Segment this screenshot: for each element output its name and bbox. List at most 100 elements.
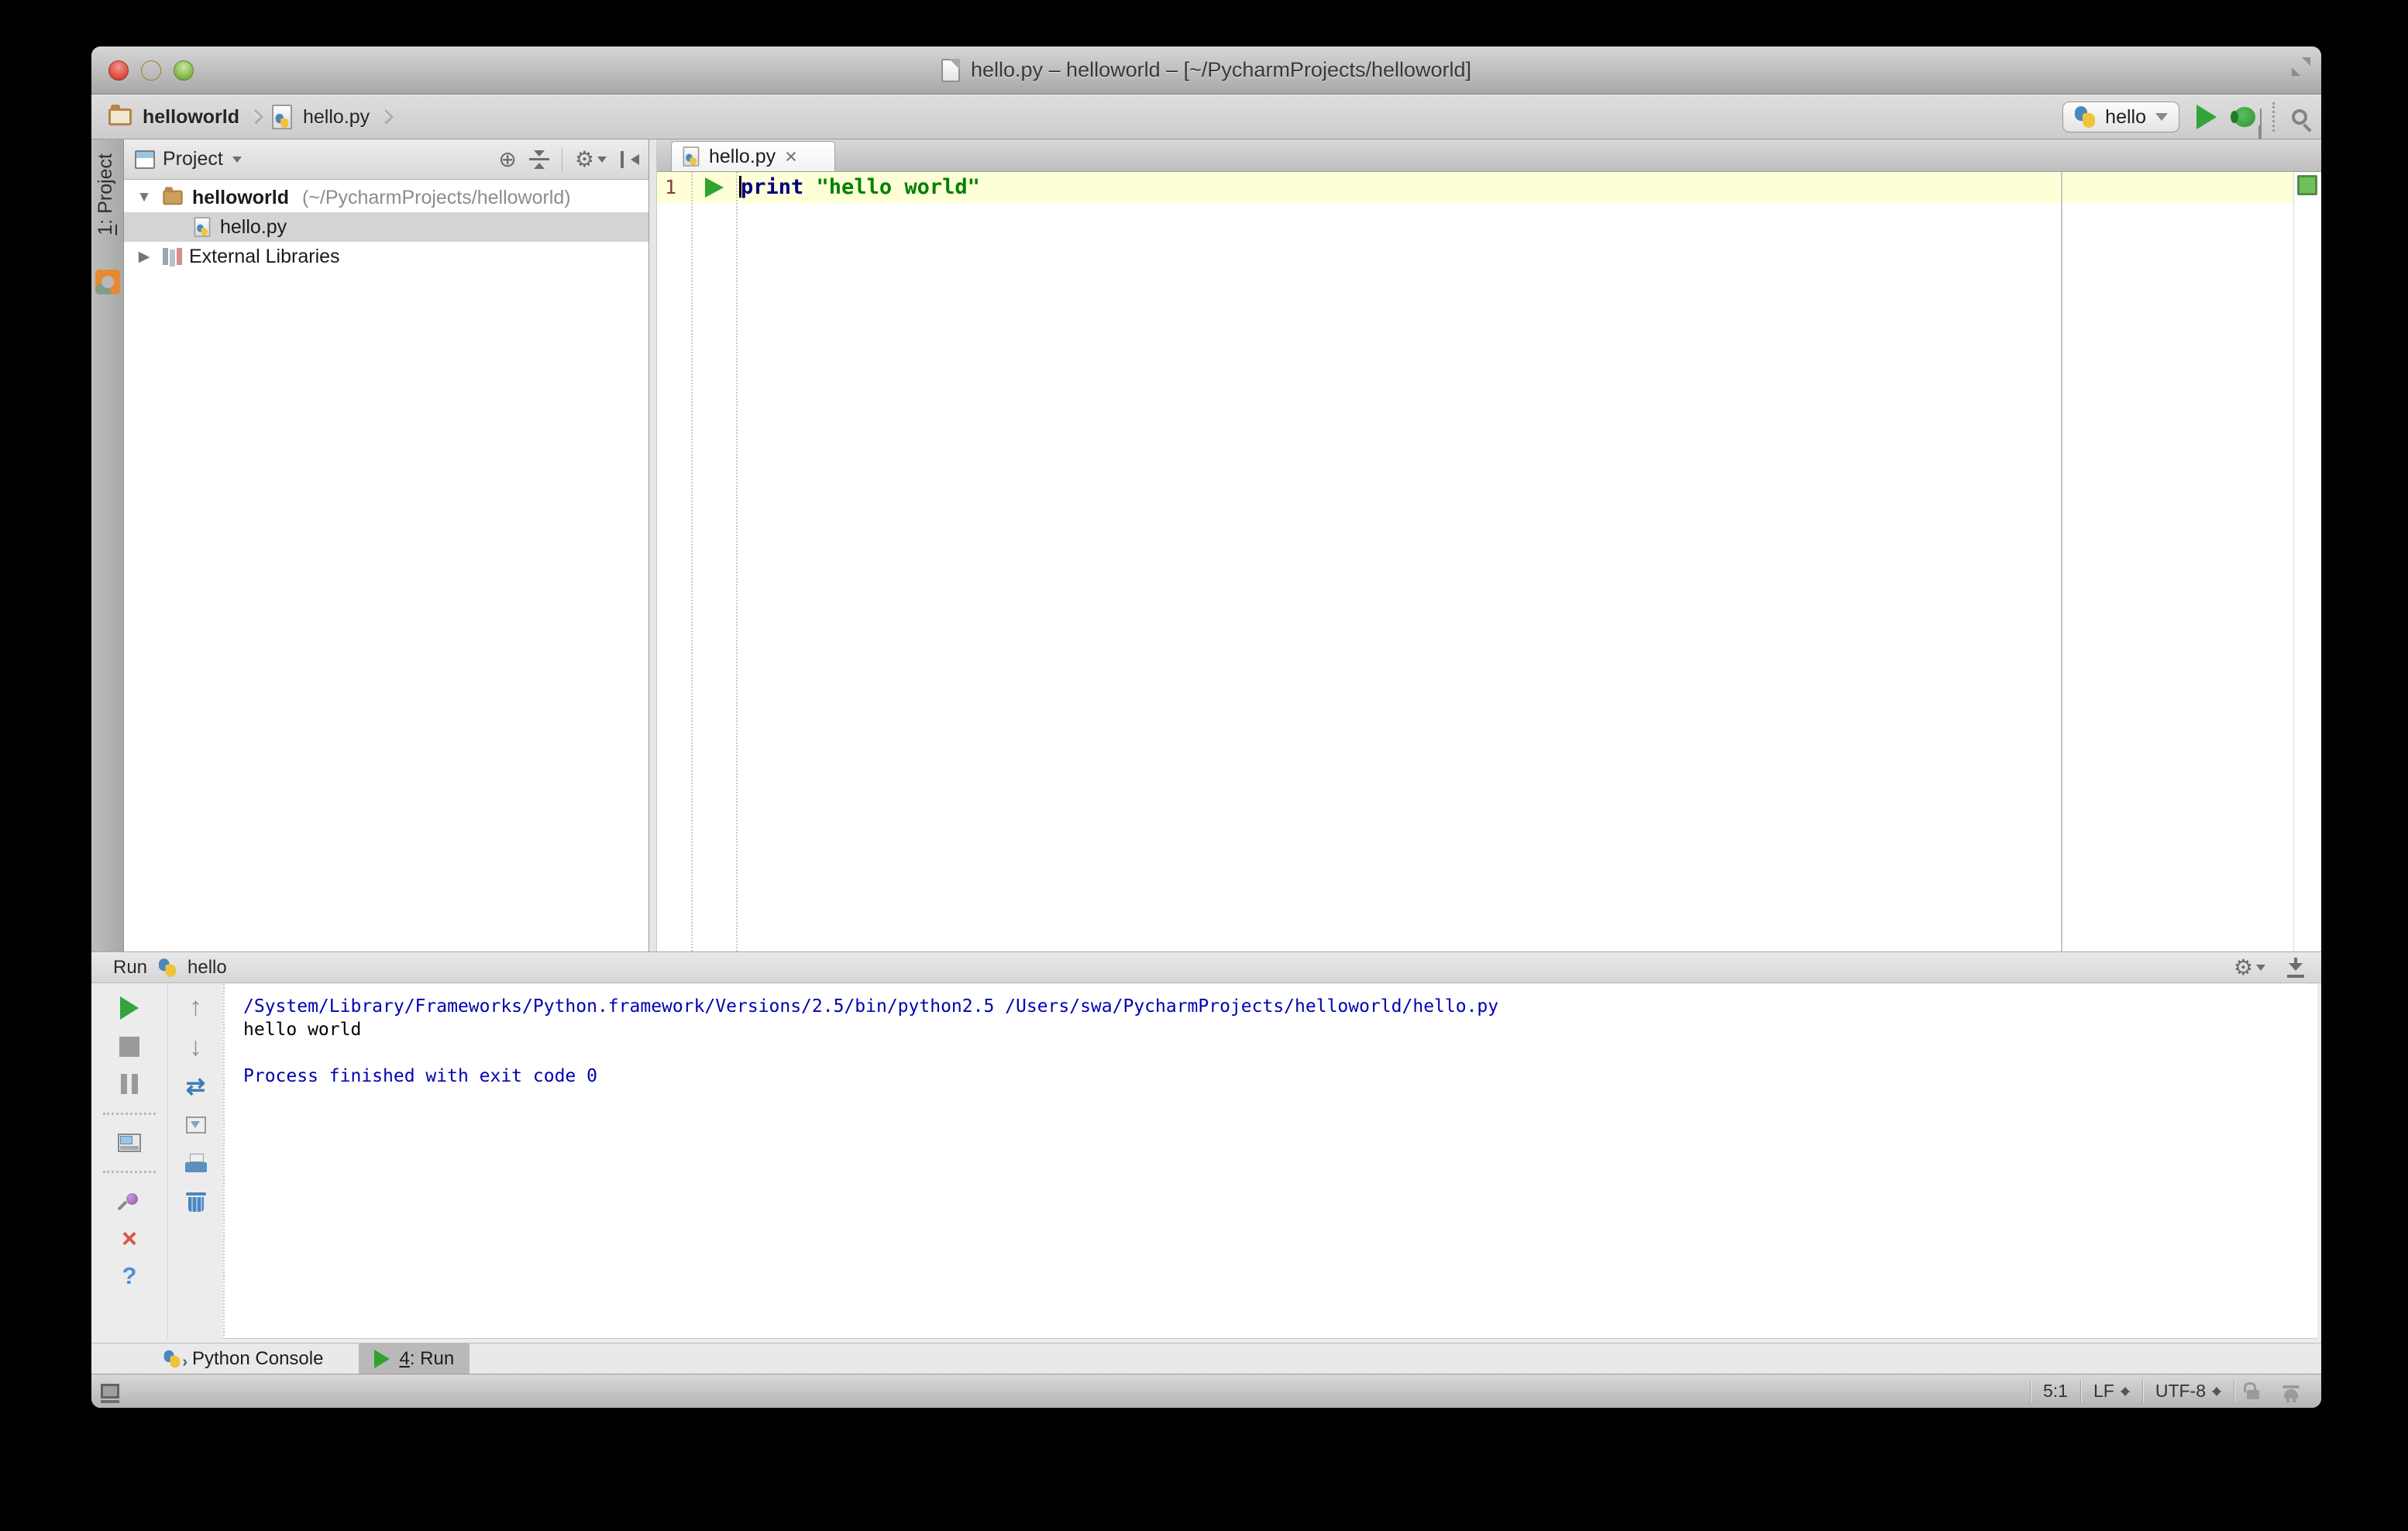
error-stripe-column: [2293, 172, 2321, 951]
project-panel: Project ⊕ ⚙ ▼ helloworld (~/PycharmProje…: [124, 139, 649, 951]
gear-icon: ⚙: [2233, 955, 2253, 979]
encoding-widget[interactable]: UTF-8: [2143, 1374, 2234, 1408]
python-icon: [2074, 106, 2096, 128]
python-console-icon: ›: [161, 1348, 187, 1371]
window-controls: [108, 60, 194, 81]
tool-window-bar: › Python Console 4: Run: [91, 1343, 2321, 1374]
python-icon: [163, 1350, 181, 1368]
run-icon: [374, 1349, 390, 1368]
tool-window-stripe: 1: Project: [91, 139, 124, 951]
chevron-down-icon[interactable]: [232, 156, 242, 163]
console-toolbar: ↑ ↓ ⇄: [169, 984, 222, 1339]
readonly-lock-widget[interactable]: [2234, 1374, 2272, 1408]
stop-button[interactable]: [119, 1037, 139, 1057]
search-icon[interactable]: [2292, 109, 2307, 125]
pycharm-logo-icon[interactable]: [95, 270, 120, 294]
settings-menu-button[interactable]: ⚙: [575, 148, 607, 170]
run-configuration-select[interactable]: hello: [2062, 101, 2179, 132]
tab-hello-py[interactable]: hello.py ×: [671, 141, 835, 171]
python-icon: [197, 224, 208, 236]
breadcrumb-file[interactable]: hello.py: [303, 106, 370, 129]
pin-tab-icon[interactable]: [119, 1192, 139, 1212]
clear-all-icon[interactable]: [185, 1192, 206, 1212]
status-bar: 5:1 LF UTF-8: [91, 1374, 2321, 1408]
editor-tab-bar: hello.py ×: [657, 139, 2321, 172]
project-panel-header: Project ⊕ ⚙: [124, 139, 648, 180]
expander-expanded-icon[interactable]: ▼: [135, 189, 153, 206]
chevron-right-icon: [248, 109, 263, 125]
debug-button[interactable]: [2231, 107, 2255, 127]
hide-panel-icon[interactable]: [619, 150, 639, 169]
right-margin-line: [2061, 172, 2062, 951]
down-stacktrace-icon[interactable]: ↓: [189, 1034, 202, 1059]
inspections-ok-marker[interactable]: [2297, 175, 2317, 195]
collapse-all-icon[interactable]: [528, 150, 549, 169]
console-stdout-line: hello world: [243, 1020, 362, 1040]
run-tab-button[interactable]: 4: Run: [359, 1343, 470, 1374]
run-line-icon[interactable]: [705, 177, 724, 198]
main-area: 1: Project Project ⊕ ⚙ ▼ helloworld (~/P…: [91, 139, 2321, 951]
breadcrumb-project[interactable]: helloworld: [143, 106, 239, 129]
line-number-gutter: 1: [657, 172, 693, 951]
window-title: hello.py – helloworld – [~/PycharmProjec…: [970, 58, 1472, 81]
close-tab-icon[interactable]: ×: [122, 1226, 137, 1252]
pause-output-button[interactable]: [121, 1074, 127, 1094]
tree-row-project-root[interactable]: ▼ helloworld (~/PycharmProjects/hellowor…: [124, 183, 648, 212]
chevron-down-icon: [597, 156, 607, 163]
document-icon: [941, 58, 960, 82]
python-file-icon: [683, 146, 700, 167]
tree-row-hello-py[interactable]: hello.py: [124, 212, 648, 242]
python-file-icon: [194, 217, 211, 237]
python-console-button[interactable]: › Python Console: [146, 1343, 339, 1374]
help-icon[interactable]: ?: [122, 1264, 137, 1288]
panel-splitter[interactable]: [649, 139, 657, 951]
print-icon[interactable]: [184, 1153, 207, 1172]
run-tool-window: Run hello ⚙ × ? ↑ ↓ ⇄ /System/Library/Fr…: [91, 951, 2321, 1343]
run-header-toolbar: ⚙: [2233, 955, 2306, 979]
tree-row-external-libraries[interactable]: ▶ External Libraries: [124, 242, 648, 271]
close-icon[interactable]: ×: [785, 145, 797, 169]
run-settings-button[interactable]: ⚙: [2233, 955, 2265, 979]
hide-panel-down-icon[interactable]: [2286, 957, 2306, 978]
navigation-bar: helloworld hello.py hello: [91, 95, 2321, 139]
fullscreen-icon[interactable]: [2292, 57, 2310, 76]
soft-wrap-icon[interactable]: ⇄: [186, 1075, 205, 1098]
run-console-output[interactable]: /System/Library/Frameworks/Python.framew…: [223, 984, 2317, 1339]
toolbar-separator: [2272, 102, 2275, 132]
caret-position-widget[interactable]: 5:1: [2031, 1374, 2080, 1408]
scroll-to-end-icon[interactable]: [185, 1116, 206, 1134]
chevron-right-icon: [378, 109, 394, 125]
folder-icon: [108, 105, 132, 126]
run-panel-header[interactable]: Run hello ⚙: [91, 952, 2321, 983]
rerun-button[interactable]: [120, 996, 139, 1020]
toolwindow-toggle-icon[interactable]: [101, 1384, 119, 1403]
up-stacktrace-icon[interactable]: ↑: [189, 993, 202, 1019]
code-string: "hello world": [816, 175, 980, 199]
run-toolbar-left: × ?: [91, 984, 168, 1339]
run-panel-title: Run: [113, 956, 148, 978]
run-configuration-label: hello: [2105, 105, 2146, 128]
title-bar[interactable]: hello.py – helloworld – [~/PycharmProjec…: [91, 46, 2321, 95]
run-button[interactable]: [2196, 105, 2217, 129]
highlighting-level-widget[interactable]: [2272, 1374, 2310, 1408]
zoom-window-button[interactable]: [174, 60, 194, 81]
project-view-title[interactable]: Project: [163, 148, 223, 170]
line-separator-widget[interactable]: LF: [2081, 1374, 2142, 1408]
unlock-icon: [2244, 1381, 2259, 1399]
toolbar-separator: [102, 1171, 157, 1173]
gutter-marks-column: [694, 172, 738, 951]
hector-inspector-icon: [2282, 1385, 2300, 1402]
editor-body[interactable]: 1 print "hello world": [657, 172, 2321, 951]
expander-collapsed-icon[interactable]: ▶: [135, 248, 153, 266]
toolbar-separator: [102, 1113, 157, 1115]
project-stripe-button[interactable]: 1: Project: [95, 153, 117, 236]
status-bar-widgets: 5:1 LF UTF-8: [2030, 1374, 2310, 1408]
locate-file-icon[interactable]: ⊕: [498, 148, 516, 170]
window-title-group: hello.py – helloworld – [~/PycharmProjec…: [941, 58, 1471, 82]
close-window-button[interactable]: [108, 60, 129, 81]
run-tab-label: 4: Run: [399, 1347, 455, 1369]
minimize-window-button[interactable]: [141, 60, 161, 81]
restore-layout-icon[interactable]: [118, 1134, 141, 1152]
editor-area: hello.py × 1 print "hello world": [657, 139, 2321, 951]
